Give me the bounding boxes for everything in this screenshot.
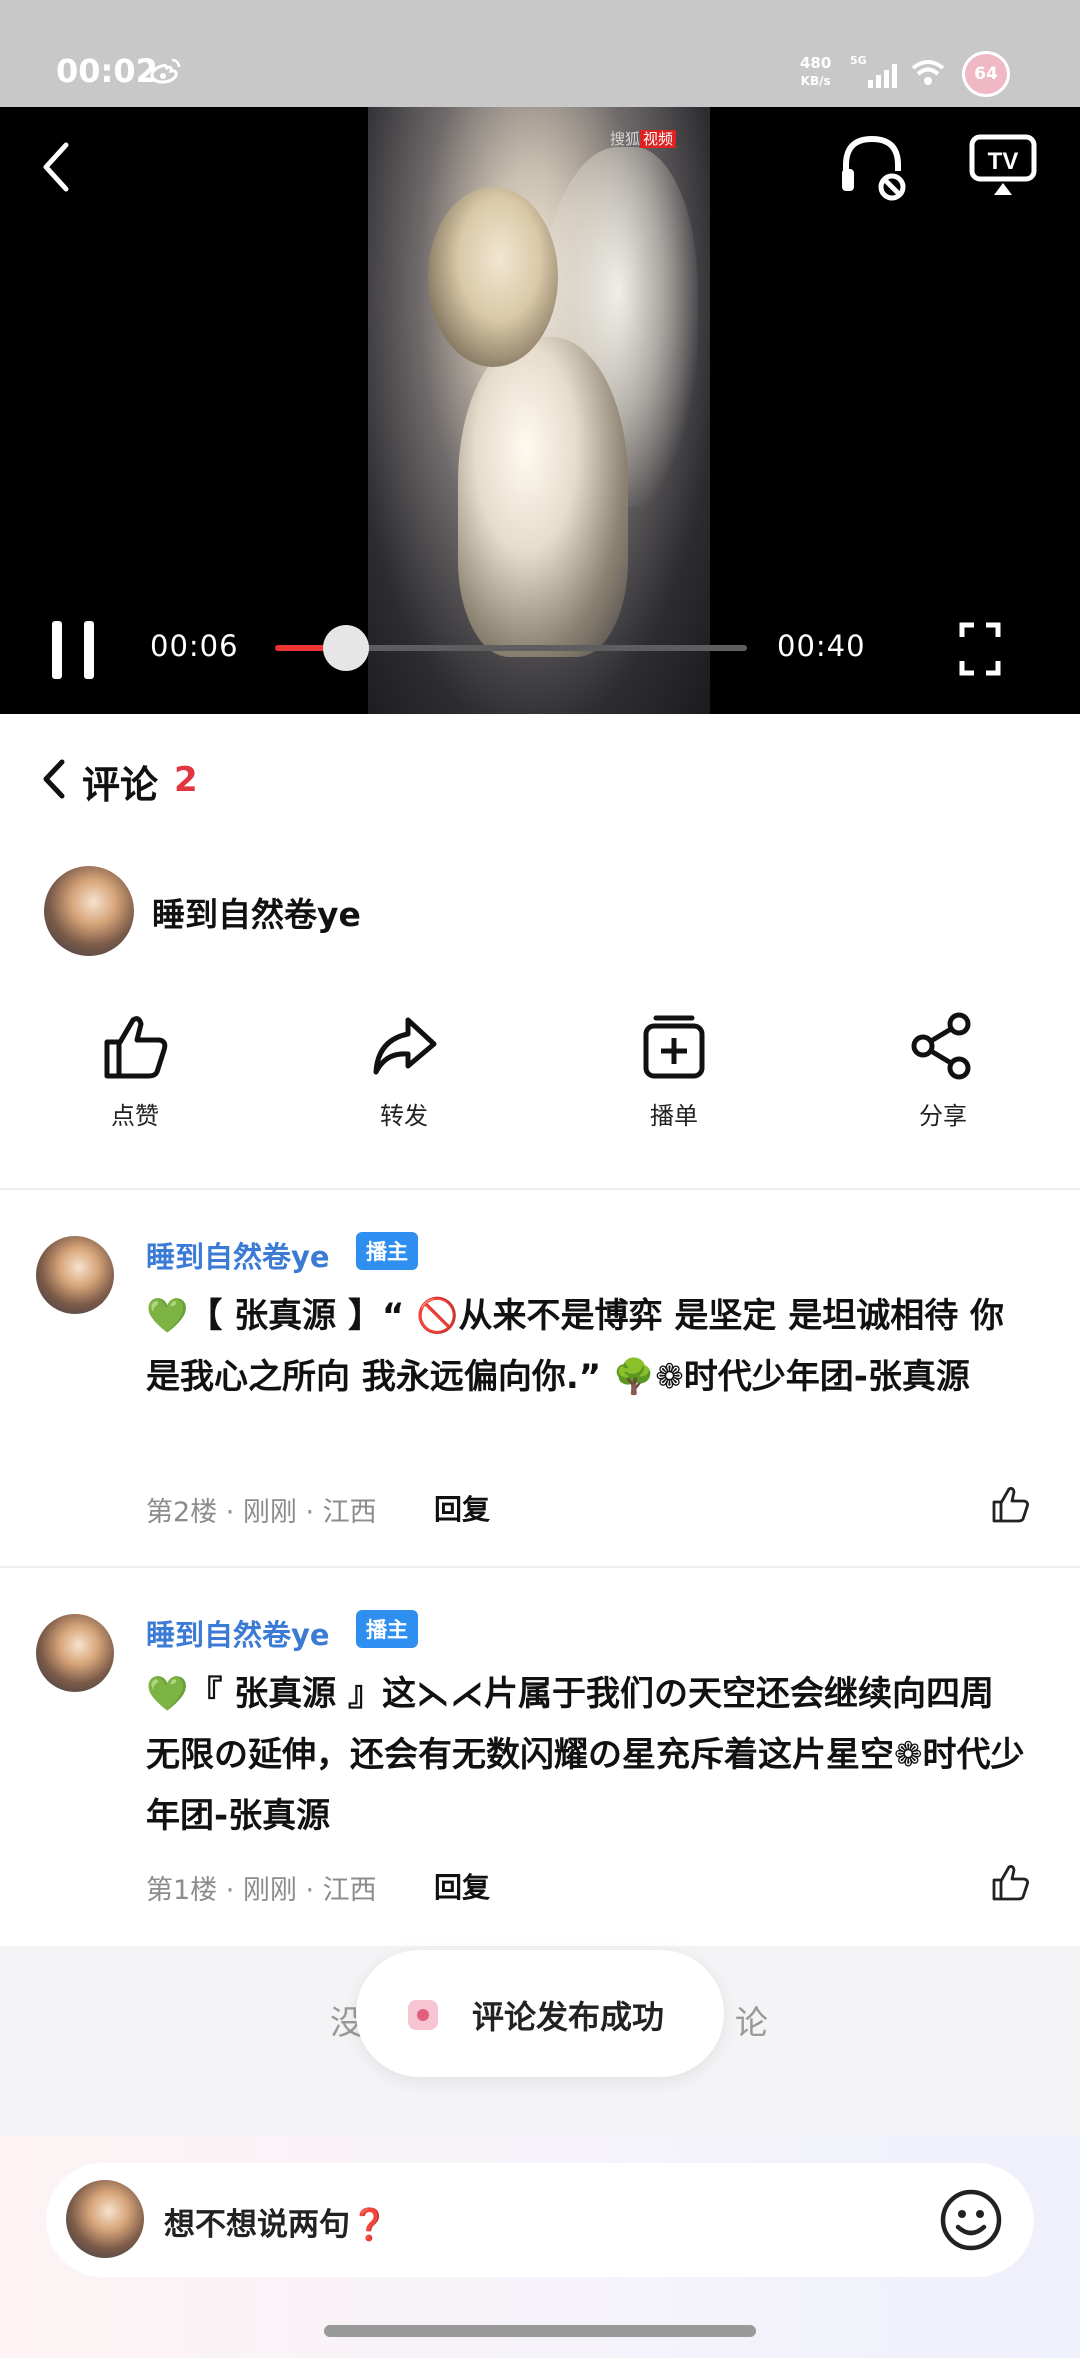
net-speed-unit: KB/s <box>800 74 831 88</box>
like-action[interactable]: 点赞 <box>50 1010 220 1131</box>
net-speed-value: 480 <box>800 54 832 72</box>
share-icon <box>911 1012 971 1080</box>
comment-meta: 第2楼 · 刚刚 · 江西 <box>146 1497 377 1528</box>
forward-action[interactable]: 转发 <box>319 1010 489 1131</box>
toast-text: 评论发布成功 <box>472 1998 665 2036</box>
weibo-icon <box>150 58 181 84</box>
comment-author[interactable]: 睡到自然卷ye <box>146 1234 330 1276</box>
toast-notification: 评论发布成功 <box>356 1950 724 2077</box>
svg-text:TV: TV <box>988 148 1019 175</box>
video-frame <box>368 107 710 714</box>
comment-meta: 第1楼 · 刚刚 · 江西 <box>146 1875 377 1906</box>
current-time: 00:06 <box>150 629 239 663</box>
video-figure-head <box>428 187 558 367</box>
battery-indicator: 64 <box>962 51 1010 97</box>
host-badge: 播主 <box>356 1610 418 1648</box>
video-watermark: 搜狐 视频 <box>610 128 677 149</box>
comment-text[interactable]: 💚『 张真源 』这⋋⋌片属于我们の天空还会继续向四周无限の延伸，还会有无数闪耀の… <box>146 1664 1026 1847</box>
playlist-label: 播单 <box>650 1102 698 1130</box>
signal-icon <box>868 64 897 88</box>
watermark-tag: 视频 <box>640 130 677 148</box>
user-avatar <box>66 2180 144 2258</box>
tv-cast-icon[interactable]: TV <box>968 133 1038 199</box>
reply-button[interactable]: 回复 <box>434 1488 490 1528</box>
pause-button[interactable] <box>48 621 98 679</box>
reply-button[interactable]: 回复 <box>434 1866 490 1906</box>
action-row: 点赞 转发 播单 分享 <box>0 1010 1080 1130</box>
chevron-left-icon[interactable] <box>40 758 68 800</box>
status-bar: 00:02 480 KB/s 5G 64 <box>0 0 1080 107</box>
net-speed: 480 KB/s <box>800 54 831 90</box>
fullscreen-icon[interactable] <box>958 621 1002 677</box>
comment-author[interactable]: 睡到自然卷ye <box>146 1612 330 1654</box>
video-player[interactable]: 搜狐 视频 TV 00:06 00:40 <box>0 107 1080 714</box>
thumbs-up-icon <box>104 1016 168 1079</box>
like-label: 点赞 <box>111 1102 159 1130</box>
forward-arrow-icon <box>373 1017 437 1075</box>
comments-title: 评论 <box>82 763 159 807</box>
forward-label: 转发 <box>380 1102 428 1130</box>
author-avatar[interactable] <box>44 866 134 956</box>
total-time: 00:40 <box>777 629 866 663</box>
divider <box>0 1566 1080 1568</box>
comment-like-icon[interactable] <box>990 1484 1030 1524</box>
video-figure-body <box>458 337 628 657</box>
home-indicator[interactable] <box>324 2325 756 2337</box>
watermark-brand: 搜狐 <box>610 130 641 148</box>
add-playlist-icon <box>643 1015 705 1079</box>
comment-like-icon[interactable] <box>990 1862 1030 1902</box>
author-name[interactable]: 睡到自然卷ye <box>152 888 361 936</box>
share-action[interactable]: 分享 <box>858 1010 1028 1131</box>
comments-count: 2 <box>174 760 198 800</box>
wifi-icon <box>911 60 945 85</box>
back-arrow-icon[interactable] <box>36 137 76 197</box>
audio-mode-icon[interactable] <box>836 131 910 201</box>
status-time: 00:02 <box>56 52 158 90</box>
host-badge: 播主 <box>356 1232 418 1270</box>
comment-input[interactable]: 想不想说两句❓ <box>46 2163 1034 2277</box>
network-type: 5G <box>850 54 867 67</box>
progress-track[interactable] <box>275 625 747 671</box>
progress-knob[interactable] <box>322 625 369 671</box>
playlist-action[interactable]: 播单 <box>589 1010 759 1131</box>
emoji-icon[interactable] <box>936 2185 1006 2255</box>
toast-eye-icon <box>408 2000 438 2030</box>
comment-text[interactable]: 💚【 张真源 】“ 🚫从来不是博弈 是坚定 是坦诚相待 你是我心之所向 我永远偏… <box>146 1286 1026 1408</box>
comment-input-placeholder: 想不想说两句❓ <box>164 2207 389 2243</box>
comment-avatar[interactable] <box>36 1614 114 1692</box>
share-label: 分享 <box>919 1102 967 1130</box>
no-more-hint-right: 论 <box>735 2003 770 2042</box>
comment-avatar[interactable] <box>36 1236 114 1314</box>
divider <box>0 1188 1080 1190</box>
